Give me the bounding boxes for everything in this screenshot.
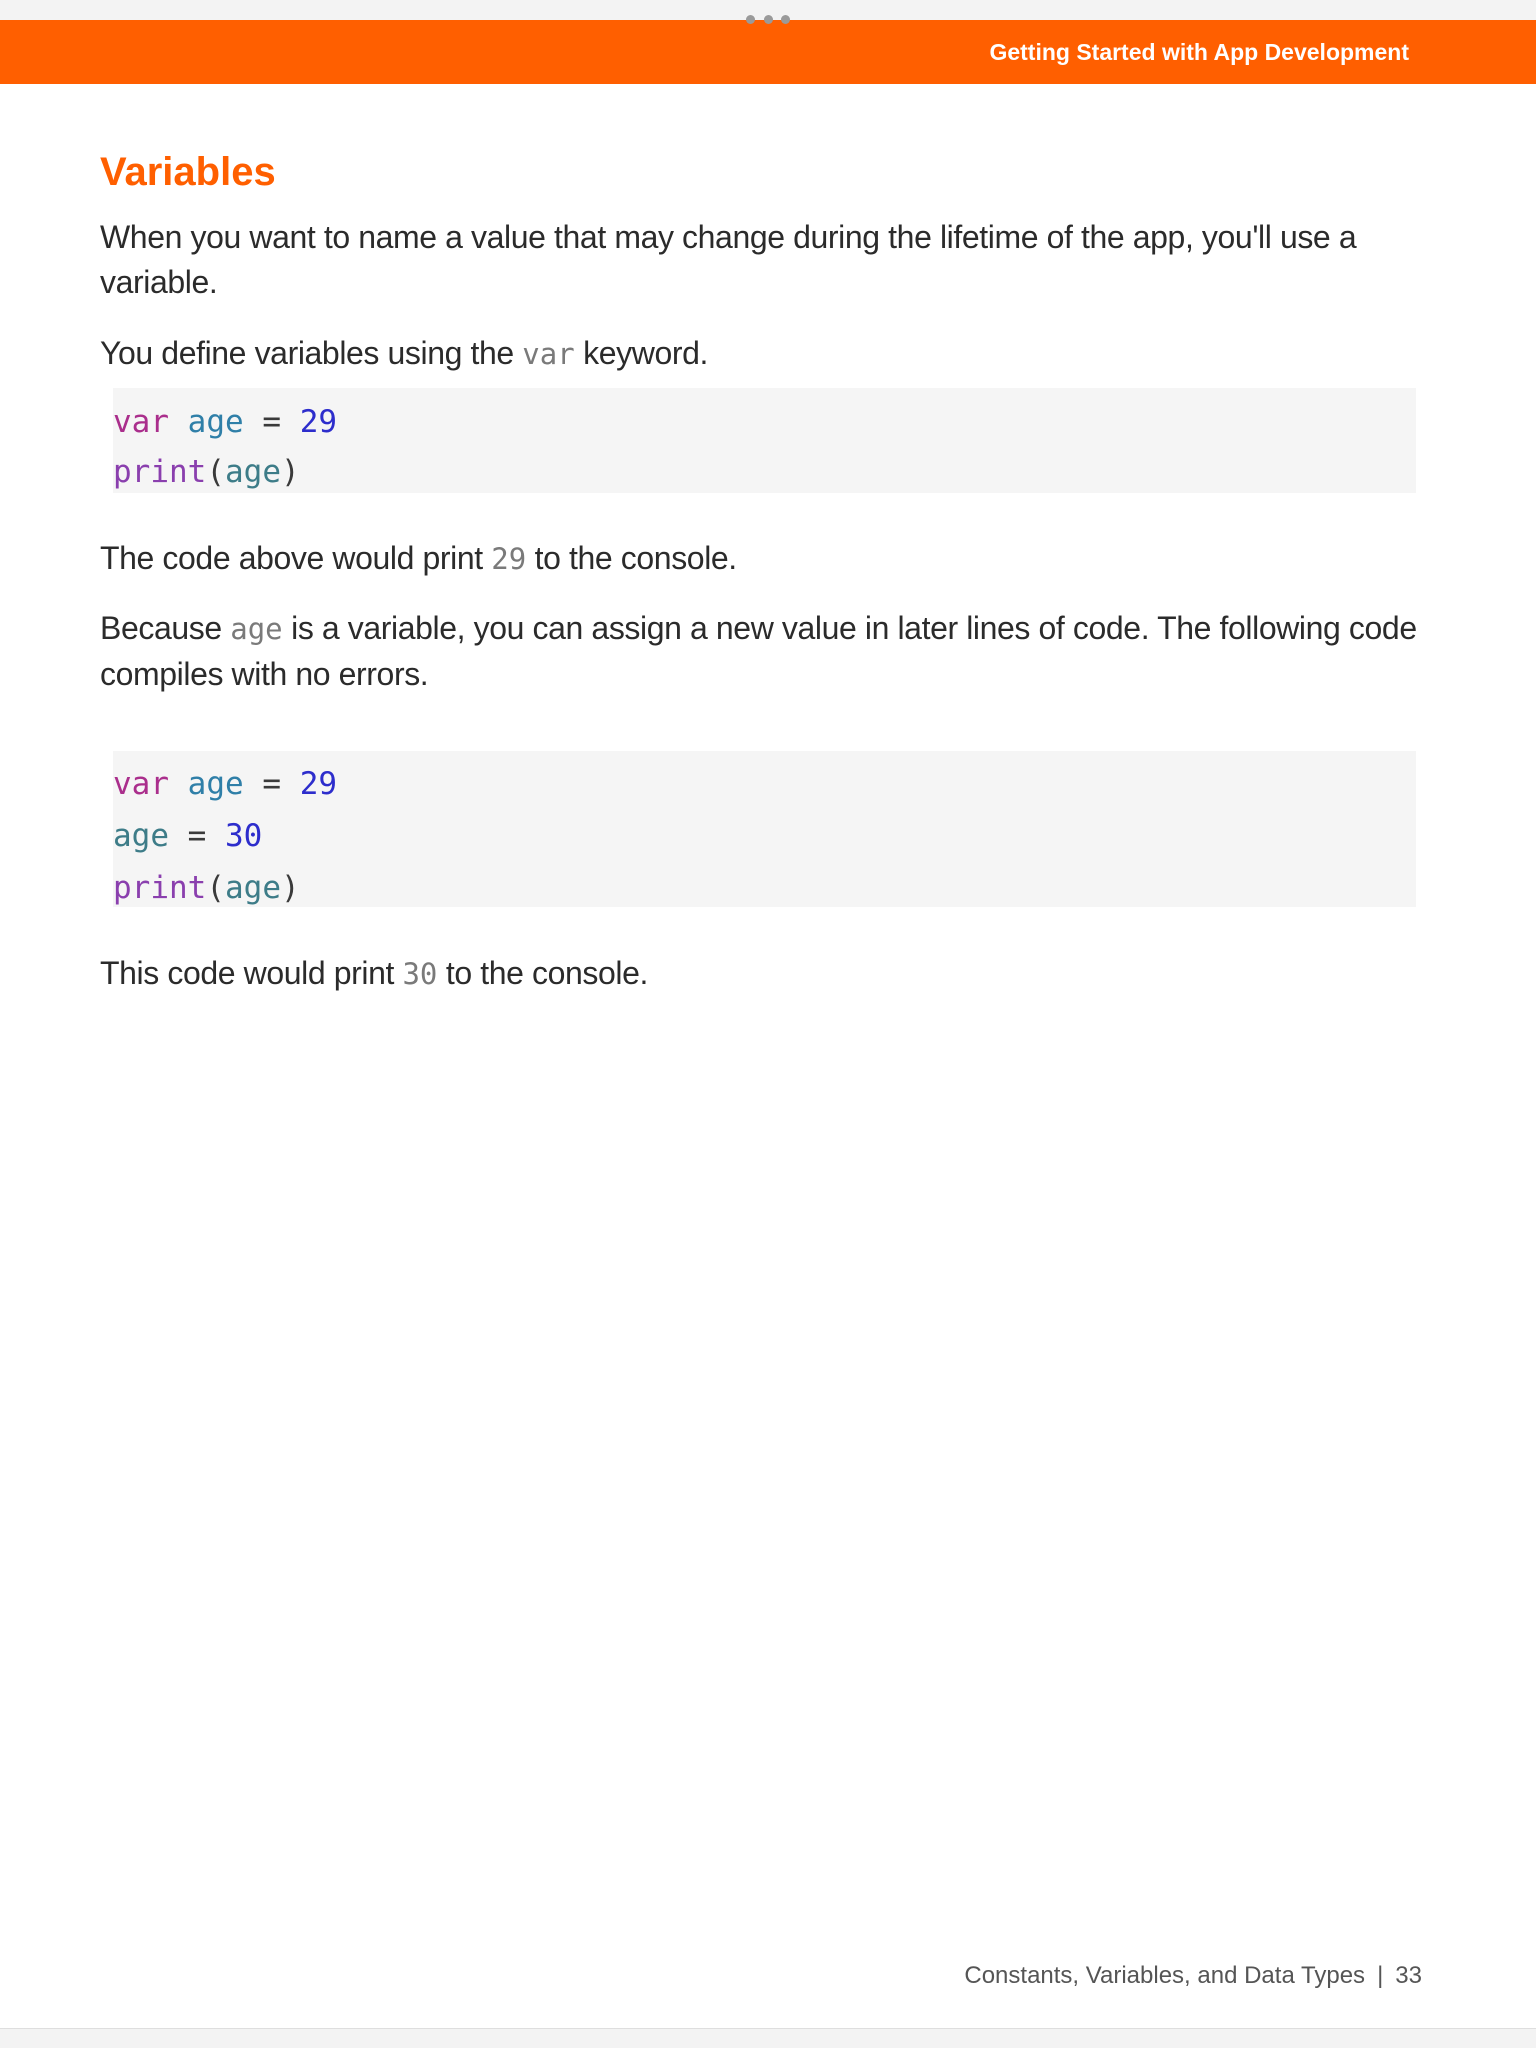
code-identifier: age bbox=[113, 818, 169, 854]
footer-separator: | bbox=[1377, 1962, 1384, 1989]
code-keyword: var bbox=[113, 404, 169, 440]
inline-code-var: var bbox=[522, 337, 575, 371]
paragraph-text: keyword. bbox=[574, 335, 709, 371]
code-paren: ( bbox=[206, 454, 225, 490]
paragraph-text: to the console. bbox=[526, 540, 738, 576]
code-paren: ) bbox=[281, 454, 300, 490]
page-footer: Constants, Variables, and Data Types | 33 bbox=[964, 1958, 1422, 1994]
code-block-2: var age = 29 age = 30 print(age) bbox=[113, 751, 1416, 907]
code-argument: age bbox=[225, 870, 281, 906]
paragraph-intro: When you want to name a value that may c… bbox=[100, 219, 1357, 300]
inline-code-29: 29 bbox=[491, 542, 527, 576]
paragraph-text: Because bbox=[100, 610, 231, 646]
code-paren: ) bbox=[281, 870, 300, 906]
code-identifier: age bbox=[187, 404, 244, 440]
more-options-icon[interactable] bbox=[746, 14, 790, 24]
page-bottom-edge bbox=[0, 2028, 1536, 2048]
paragraph-text: The code above would print bbox=[100, 540, 492, 576]
section-title: Variables bbox=[100, 150, 276, 194]
code-block-1: var age = 29 print(age) bbox=[113, 388, 1416, 493]
code-line: age = 30 bbox=[113, 816, 262, 856]
paragraph-var-keyword: You define variables using the var keywo… bbox=[100, 331, 1430, 377]
more-dot bbox=[746, 14, 755, 24]
page-number: 33 bbox=[1395, 1962, 1422, 1989]
code-line: var age = 29 bbox=[113, 402, 337, 442]
code-line: print(age) bbox=[113, 868, 300, 908]
code-number: 30 bbox=[225, 818, 263, 854]
code-operator: = bbox=[187, 818, 207, 854]
code-number: 29 bbox=[299, 766, 338, 802]
paragraph-text: This code would print bbox=[100, 955, 403, 991]
paragraph-text: to the console. bbox=[437, 955, 649, 991]
paragraph-print-29: The code above would print 29 to the con… bbox=[100, 536, 1430, 582]
inline-code-age: age bbox=[230, 612, 283, 646]
paragraph-reassign: Because age is a variable, you can assig… bbox=[100, 606, 1430, 697]
chapter-title: Getting Started with App Development bbox=[989, 39, 1409, 65]
code-paren: ( bbox=[206, 870, 225, 906]
paragraph-text: You define variables using the bbox=[100, 335, 523, 371]
inline-code-30: 30 bbox=[402, 957, 438, 991]
code-keyword: var bbox=[113, 766, 169, 802]
code-argument: age bbox=[225, 454, 281, 490]
more-dot bbox=[763, 14, 773, 24]
more-dot bbox=[781, 14, 790, 24]
code-line: print(age) bbox=[113, 452, 300, 492]
code-function: print bbox=[113, 870, 207, 906]
code-identifier: age bbox=[187, 766, 244, 802]
code-operator: = bbox=[262, 404, 282, 440]
code-line: var age = 29 bbox=[113, 764, 337, 804]
code-function: print bbox=[113, 454, 207, 490]
paragraph-print-30: This code would print 30 to the console. bbox=[100, 951, 1430, 997]
code-number: 29 bbox=[299, 404, 338, 440]
footer-chapter: Constants, Variables, and Data Types bbox=[964, 1962, 1366, 1989]
code-operator: = bbox=[262, 766, 282, 802]
paragraph-text: is a variable, you can assign a new valu… bbox=[100, 610, 1417, 692]
